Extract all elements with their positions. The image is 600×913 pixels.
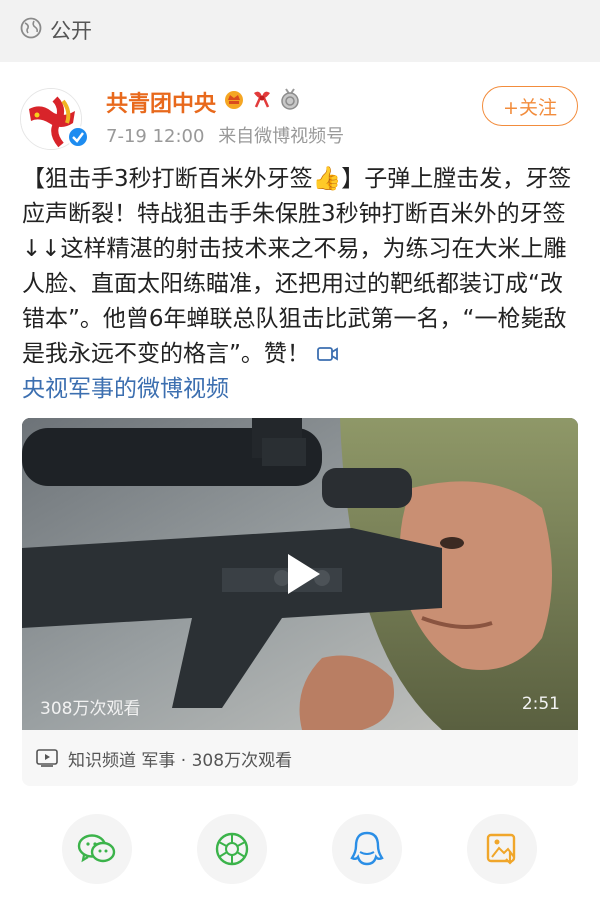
wechat-icon xyxy=(77,834,116,863)
video-duration: 2:51 xyxy=(521,694,560,714)
post-source[interactable]: 来自微博视频号 xyxy=(218,126,344,147)
medal-badge-icon xyxy=(281,88,299,110)
visibility-bar: 公开 xyxy=(0,0,600,62)
video-link-icon xyxy=(317,347,339,361)
video-info-bar[interactable]: 知识频道 军事 · 308万次观看 xyxy=(22,730,578,786)
author-name[interactable]: 共青团中央 xyxy=(106,86,216,118)
globe-icon xyxy=(20,17,42,39)
play-icon[interactable] xyxy=(270,544,330,604)
post-text: 【狙击手3秒打断百米外牙签👍】子弹上膛击发，牙签应声断裂！特战狙击手朱保胜3秒钟… xyxy=(22,162,582,407)
follow-button[interactable]: +关注 xyxy=(482,86,578,126)
share-moments-button[interactable] xyxy=(197,814,267,884)
verified-badge-icon xyxy=(67,126,89,148)
crown-badge-icon xyxy=(225,91,243,109)
post-time: 7-19 12:00 xyxy=(106,126,205,147)
visibility-label: 公开 xyxy=(50,19,92,43)
share-row xyxy=(0,814,600,894)
post-text-main: 】子弹上膛击发，牙签应声断裂！特战狙击手朱保胜3秒钟打断百米外的牙签↓↓这样精湛… xyxy=(22,166,572,367)
video-channel-icon xyxy=(36,749,58,767)
thumbs-up-emoji: 👍 xyxy=(312,166,342,192)
save-image-button[interactable] xyxy=(467,814,537,884)
ribbon-badge-icon xyxy=(254,91,270,108)
video-info-text: 知识频道 军事 · 308万次观看 xyxy=(68,750,293,771)
save-image-icon xyxy=(486,833,516,865)
post-meta: 7-19 12:00 来自微博视频号 xyxy=(106,122,352,148)
video-player[interactable]: 308万次观看 2:51 xyxy=(22,418,578,730)
video-views-overlay: 308万次观看 xyxy=(40,699,141,719)
weibo-post-card: 共青团中央 7-19 12:00 来自微博视频号 +关注 【狙击手3秒打断百米外… xyxy=(0,62,600,913)
qq-icon xyxy=(350,831,384,866)
post-text-headline: 【狙击手3秒打断百米外牙签 xyxy=(22,166,313,192)
author-badges xyxy=(222,86,302,112)
moments-icon xyxy=(215,832,249,866)
share-wechat-button[interactable] xyxy=(62,814,132,884)
share-qq-button[interactable] xyxy=(332,814,402,884)
video-source-link[interactable]: 央视军事的微博视频 xyxy=(22,376,229,402)
